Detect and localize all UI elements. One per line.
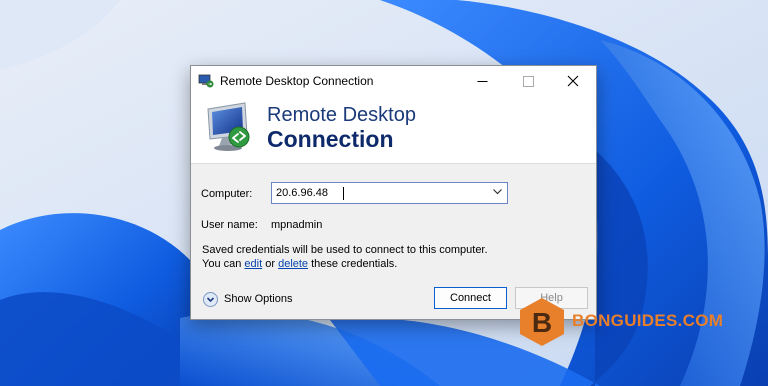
remote-desktop-icon: [198, 74, 214, 88]
minimize-icon: [477, 80, 487, 82]
computer-label: Computer:: [201, 188, 253, 200]
title-bar[interactable]: Remote Desktop Connection: [191, 66, 596, 96]
close-icon: [567, 75, 579, 87]
maximize-button[interactable]: [505, 66, 551, 96]
remote-desktop-logo-icon: [207, 102, 250, 151]
username-value: mpnadmin: [271, 219, 323, 231]
close-button[interactable]: [550, 66, 596, 96]
banner-title-line1: Remote Desktop: [267, 104, 416, 126]
delete-link[interactable]: delete: [278, 258, 308, 270]
credentials-suffix: these credentials.: [308, 258, 398, 270]
credentials-actions: You can edit or delete these credentials…: [202, 258, 397, 270]
credentials-info: Saved credentials will be used to connec…: [202, 244, 488, 256]
bonguides-logo-icon: B: [520, 298, 564, 346]
header-banner: Remote Desktop Connection: [191, 96, 596, 164]
computer-combobox[interactable]: 20.6.96.48: [271, 182, 508, 204]
computer-value[interactable]: 20.6.96.48: [276, 187, 328, 199]
connect-button[interactable]: Connect: [434, 287, 507, 309]
edit-link[interactable]: edit: [244, 258, 262, 270]
watermark-text: BONGUIDES.COM: [572, 311, 724, 330]
rdp-dialog: Remote Desktop Connection Remote Desktop…: [190, 65, 597, 320]
minimize-button[interactable]: [459, 66, 505, 96]
window-title: Remote Desktop Connection: [220, 74, 374, 88]
show-options-toggle[interactable]: Show Options: [203, 291, 292, 307]
or-text: or: [262, 258, 279, 270]
credentials-prefix: You can: [202, 258, 245, 270]
logo-letter: B: [532, 307, 552, 338]
text-cursor: [343, 187, 344, 200]
bonguides-watermark: B BONGUIDES.COM: [516, 296, 723, 348]
username-label: User name:: [201, 219, 258, 231]
show-options-label[interactable]: Show Options: [224, 293, 292, 305]
chevron-down-icon[interactable]: [493, 189, 502, 195]
expand-chevron-icon[interactable]: [203, 291, 218, 307]
maximize-icon: [522, 75, 534, 87]
banner-title-line2: Connection: [267, 126, 394, 152]
